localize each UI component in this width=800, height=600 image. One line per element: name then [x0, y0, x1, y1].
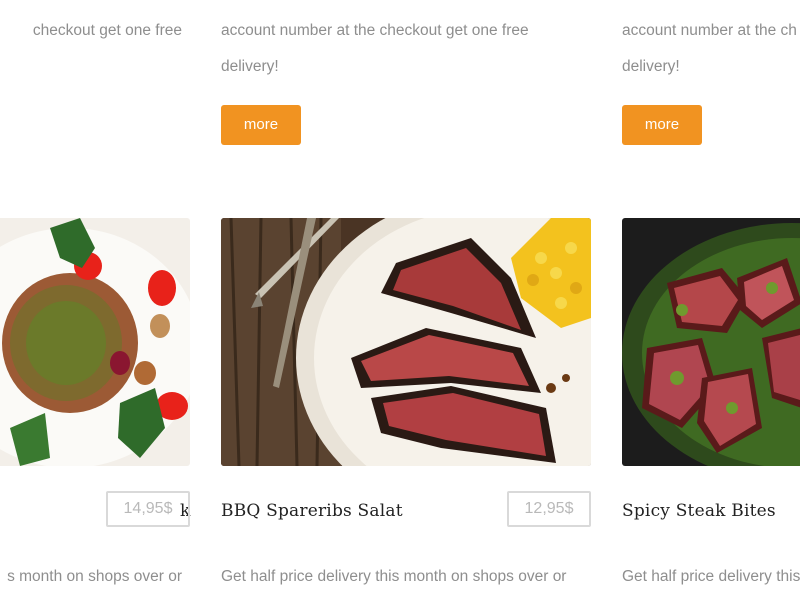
product-photo[interactable]: [221, 218, 591, 466]
card-intro-text: account number at the checkout get one f…: [221, 13, 551, 85]
product-card-3: account number at the ch delivery! more: [622, 0, 800, 600]
card-intro-text: checkout get one free: [0, 13, 182, 49]
steak-bites-chimichurri-photo: [622, 218, 800, 466]
sliced-steak-with-corn-photo: [221, 218, 591, 466]
product-title: Spicy Steak Bites: [622, 501, 776, 521]
price-tag: 14,95$: [106, 491, 190, 527]
card-intro-line-1: account number at the ch: [622, 22, 797, 39]
card-intro-line-1: checkout get one free: [32, 22, 182, 39]
product-title: BBQ Spareribs Salat: [221, 501, 403, 521]
product-grid: checkout get one free k 14,95$ s month o…: [0, 0, 800, 600]
price-tag: 12,95$: [507, 491, 591, 527]
grilled-chop-with-herbs-photo: [0, 218, 190, 466]
product-card-2: account number at the checkout get one f…: [221, 0, 591, 600]
card-intro-line-2: delivery!: [221, 58, 279, 75]
product-description: Get half price delivery this: [622, 568, 800, 585]
product-description: Get half price delivery this month on sh…: [221, 568, 567, 585]
card-intro-text: account number at the ch delivery!: [622, 13, 800, 85]
product-photo[interactable]: [622, 218, 800, 466]
product-card-1: checkout get one free k 14,95$ s month o…: [0, 0, 190, 600]
product-description: s month on shops over or: [7, 568, 182, 585]
product-photo[interactable]: [0, 218, 190, 466]
more-button[interactable]: more: [622, 105, 702, 145]
more-button[interactable]: more: [221, 105, 301, 145]
card-intro-line-2: delivery!: [622, 58, 680, 75]
card-intro-line-1: account number at the checkout get one f…: [221, 22, 529, 39]
